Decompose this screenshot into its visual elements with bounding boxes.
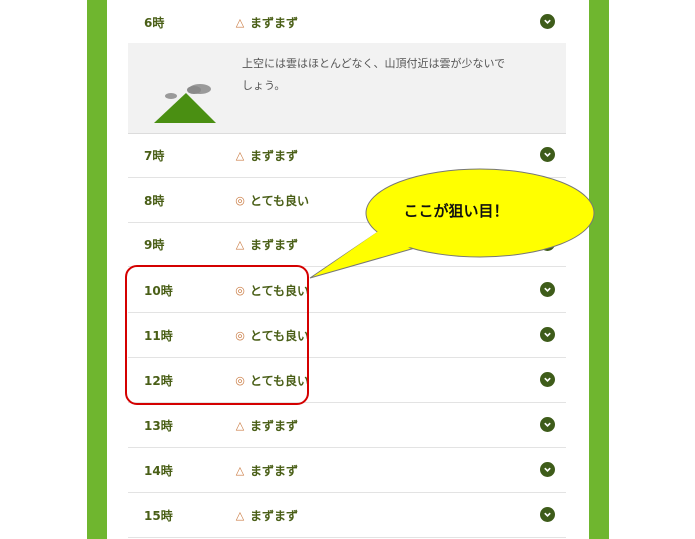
condition: △ まずまず: [234, 14, 298, 31]
hour-label: 15時: [144, 508, 173, 523]
condition-mark-icon: ◎: [235, 193, 245, 207]
callout-text: ここが狙い目！: [403, 202, 509, 220]
chevron-down-icon[interactable]: [540, 507, 555, 522]
chevron-down-icon[interactable]: [540, 282, 555, 297]
hour-row[interactable]: 6時 △ まずまず: [128, 0, 566, 45]
hour-label: 13時: [144, 418, 173, 433]
hour-label: 7時: [144, 148, 165, 163]
hour-label: 6時: [144, 15, 165, 30]
condition-mark-icon: △: [235, 148, 245, 162]
condition: △ まずまず: [234, 417, 298, 434]
condition-mark-icon: △: [235, 418, 245, 432]
condition-label: まずまず: [250, 15, 299, 30]
chevron-down-icon[interactable]: [540, 14, 555, 29]
chevron-down-icon[interactable]: [540, 372, 555, 387]
chevron-down-icon[interactable]: [540, 417, 555, 432]
condition-label: まずまず: [250, 463, 299, 478]
hour-label: 14時: [144, 463, 173, 478]
chevron-down-icon[interactable]: [540, 327, 555, 342]
condition-label: まずまず: [250, 508, 299, 523]
hour-row[interactable]: 13時 △ まずまず: [128, 403, 566, 448]
hour-label: 8時: [144, 193, 165, 208]
condition-mark-icon: △: [235, 508, 245, 522]
left-frame-bar: [87, 0, 107, 539]
condition-mark-icon: △: [235, 463, 245, 477]
condition: △ まずまず: [234, 147, 298, 164]
hour-detail-panel: 上空には雲はほとんどなく、山頂付近は雲が少ないでしょう。: [128, 43, 566, 134]
condition-label: まずまず: [250, 418, 299, 433]
hour-row[interactable]: 14時 △ まずまず: [128, 448, 566, 493]
detail-text: 上空には雲はほとんどなく、山頂付近は雲が少ないでしょう。: [242, 57, 506, 92]
chevron-down-icon[interactable]: [540, 462, 555, 477]
condition: ◎ とても良い: [234, 192, 309, 209]
condition: △ まずまず: [234, 507, 298, 524]
highlight-box: [125, 265, 309, 405]
condition-label: まずまず: [250, 148, 299, 163]
hour-label: 9時: [144, 237, 165, 252]
condition: △ まずまず: [234, 462, 298, 479]
condition-mark-icon: △: [235, 15, 245, 29]
mountain-cloud-icon: [154, 84, 216, 123]
condition-mark-icon: △: [235, 237, 245, 251]
condition: △ まずまず: [234, 236, 298, 253]
condition-label: まずまず: [250, 237, 299, 252]
hour-row[interactable]: 15時 △ まずまず: [128, 493, 566, 538]
